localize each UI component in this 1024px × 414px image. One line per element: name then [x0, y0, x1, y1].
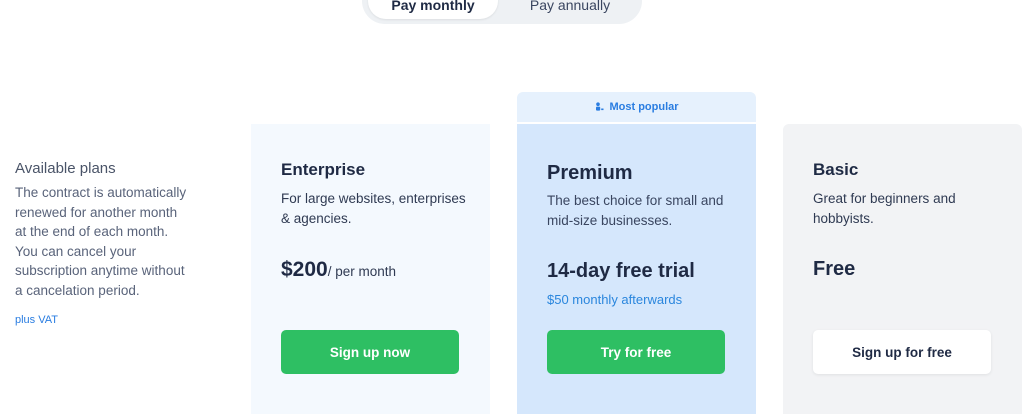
plan-price-note: $50 monthly afterwards — [547, 292, 683, 307]
vat-note: plus VAT — [15, 314, 58, 326]
plan-tagline: The best choice for small and mid-size b… — [547, 193, 724, 228]
plan-name: Enterprise — [281, 160, 366, 179]
plans-info: Available plans The contract is automati… — [15, 160, 187, 326]
plan-name: Basic — [813, 160, 859, 179]
sign-up-now-button[interactable]: Sign up now — [281, 330, 459, 374]
sign-up-for-free-button[interactable]: Sign up for free — [813, 330, 991, 374]
plan-price-unit: / per month — [327, 264, 397, 279]
plan-tagline: For large websites, enterprises & agenci… — [281, 191, 466, 226]
plan-tagline: Great for beginners and hobbyists. — [813, 191, 956, 226]
most-popular-banner: Most popular — [517, 92, 756, 122]
plans-info-title: Available plans — [15, 160, 116, 177]
plan-price: 14-day free trial — [547, 260, 695, 282]
plans-info-description: The contract is automatically renewed fo… — [15, 185, 187, 298]
plan-card-basic: Basic Great for beginners and hobbyists.… — [783, 124, 1022, 414]
pay-monthly-option[interactable]: Pay monthly — [368, 0, 498, 19]
plan-price: $200/ per month — [281, 258, 396, 282]
person-icon — [594, 102, 604, 112]
plan-price-amount: $200 — [281, 258, 328, 281]
billing-toggle[interactable]: Pay monthly Pay annually — [362, 0, 642, 24]
try-for-free-button[interactable]: Try for free — [547, 330, 725, 374]
plan-card-premium: Premium The best choice for small and mi… — [517, 124, 756, 414]
pay-annually-option[interactable]: Pay annually — [504, 0, 636, 19]
plan-name: Premium — [547, 162, 633, 184]
plan-card-enterprise: Enterprise For large websites, enterpris… — [251, 124, 490, 414]
most-popular-label: Most popular — [609, 101, 679, 113]
plan-price: Free — [813, 258, 856, 280]
